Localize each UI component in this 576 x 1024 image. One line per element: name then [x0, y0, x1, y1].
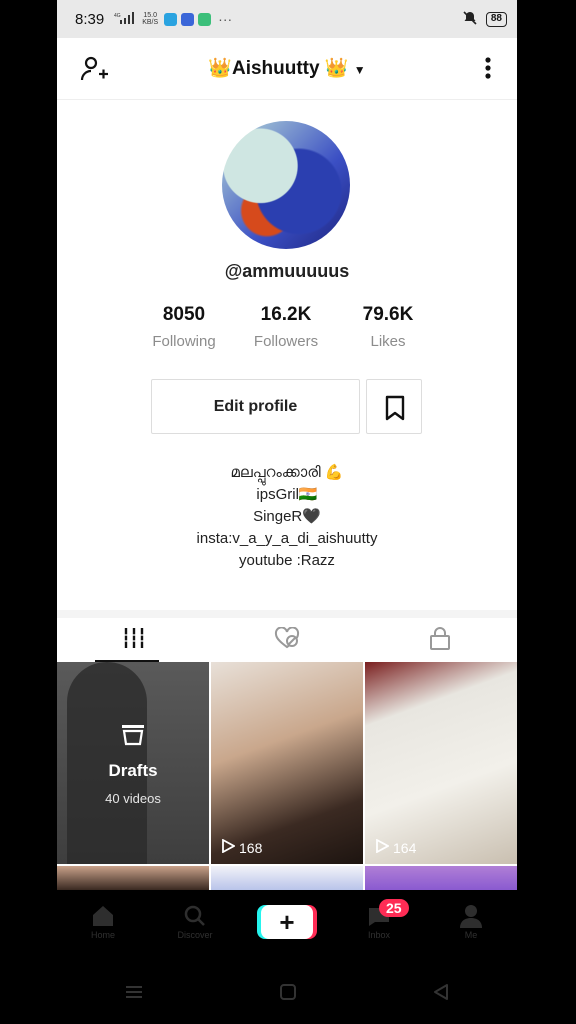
plus-icon: +: [261, 905, 313, 939]
bottom-nav: Home Discover + Inbox Me: [57, 890, 517, 954]
nav-home[interactable]: Home: [57, 904, 149, 940]
lock-icon: [429, 626, 451, 655]
profile-header: 👑Aishuutty 👑 ▼: [57, 38, 517, 100]
status-time: 8:39: [75, 10, 105, 28]
stat-following[interactable]: 8050 Following: [133, 304, 235, 350]
home-button-icon[interactable]: [279, 983, 297, 1006]
phone-screen: 8:39 4G 15.0 KB/S ··· 88 👑Aishuutty 👑 ▼: [57, 0, 517, 1024]
play-icon: [375, 838, 390, 856]
bio-line: SingeR🖤: [253, 508, 321, 525]
account-switcher[interactable]: 👑Aishuutty 👑 ▼: [57, 56, 517, 80]
more-notifications: ···: [218, 11, 233, 27]
profile-icon: [458, 904, 484, 930]
nav-discover[interactable]: Discover: [149, 904, 241, 940]
nav-create[interactable]: +: [241, 905, 333, 939]
app-notification-icon: [181, 12, 195, 26]
view-count: 164: [375, 838, 417, 856]
nav-label: Discover: [177, 930, 213, 940]
telegram-icon: [164, 12, 178, 26]
edit-profile-button[interactable]: Edit profile: [151, 379, 360, 434]
video-tile[interactable]: 164: [365, 662, 517, 864]
profile-bio: മലപ്പുറംക്കാരി 💪 ipsGril🇮🇳 SingeR🖤 insta…: [57, 462, 517, 572]
stat-label: Following: [152, 333, 216, 350]
drafts-tile[interactable]: Drafts 40 videos: [57, 662, 209, 864]
drafts-info: Drafts 40 videos: [57, 722, 209, 806]
tab-videos[interactable]: [57, 618, 210, 662]
grid-icon: [122, 627, 145, 653]
stat-followers[interactable]: 16.2K Followers: [235, 304, 337, 350]
content-tabs: [57, 618, 517, 662]
stat-value: 8050: [162, 304, 206, 325]
vertical-dots-icon[interactable]: [481, 54, 495, 84]
stat-label: Followers: [253, 333, 319, 350]
profile-handle: @ammuuuuus: [224, 261, 350, 281]
menu-icon[interactable]: [124, 984, 144, 1005]
favorites-button[interactable]: [366, 379, 422, 434]
tab-liked[interactable]: [210, 618, 363, 662]
liked-hidden-icon: [274, 625, 300, 654]
nav-me[interactable]: Me: [425, 904, 517, 940]
section-divider: [57, 610, 517, 618]
bookmark-icon: [384, 395, 406, 426]
account-title: 👑Aishuutty 👑: [208, 58, 349, 79]
speed-value: 15.0: [143, 12, 157, 19]
play-icon: [221, 838, 236, 856]
view-count-value: 164: [393, 839, 417, 856]
nav-label: Home: [90, 930, 115, 940]
stat-label: Likes: [370, 333, 406, 350]
bio-line: ipsGril🇮🇳: [256, 486, 318, 503]
video-tile[interactable]: [57, 866, 209, 890]
view-count: 168: [221, 838, 263, 856]
drafts-count: 40 videos: [105, 791, 161, 806]
profile-stats: 8050 Following 16.2K Followers 79.6K Lik…: [133, 304, 439, 350]
search-icon: [182, 904, 208, 930]
video-tile[interactable]: 168: [211, 662, 363, 864]
nav-label: Inbox: [367, 930, 391, 940]
bio-line: insta:v_a_y_a_di_aishuutty: [196, 530, 378, 547]
profile-screen: 👑Aishuutty 👑 ▼ @ammuuuuus 8050 Following…: [57, 38, 517, 890]
stat-likes[interactable]: 79.6K Likes: [337, 304, 439, 350]
bio-line: മലപ്പുറംക്കാരി 💪: [230, 464, 344, 481]
caret-down-icon: ▼: [353, 63, 366, 77]
back-icon[interactable]: [432, 983, 450, 1006]
message-notification-icon: [198, 12, 212, 26]
home-icon: [90, 904, 116, 930]
bio-line: youtube :Razz: [239, 552, 335, 569]
network-label: 4G: [114, 13, 121, 19]
status-bar: 8:39 4G 15.0 KB/S ··· 88: [57, 0, 517, 38]
video-tile[interactable]: [365, 866, 517, 890]
drafts-icon: [120, 725, 146, 750]
stat-value: 16.2K: [260, 304, 312, 325]
system-nav-bar: [57, 964, 517, 1024]
signal-icon: 4G: [114, 12, 136, 26]
video-grid: Drafts 40 videos 168 164: [57, 662, 517, 890]
stat-value: 79.6K: [362, 304, 414, 325]
drafts-title: Drafts: [108, 761, 158, 780]
video-tile[interactable]: [211, 866, 363, 890]
inbox-badge: 25: [379, 899, 409, 917]
profile-avatar[interactable]: [222, 121, 350, 249]
view-count-value: 168: [239, 839, 263, 856]
tab-private[interactable]: [364, 618, 517, 662]
speed-unit: KB/S: [142, 19, 159, 26]
network-speed: 15.0 KB/S: [142, 12, 158, 26]
nav-label: Me: [464, 930, 478, 940]
battery-indicator: 88: [485, 11, 507, 27]
mute-icon: [462, 10, 478, 29]
